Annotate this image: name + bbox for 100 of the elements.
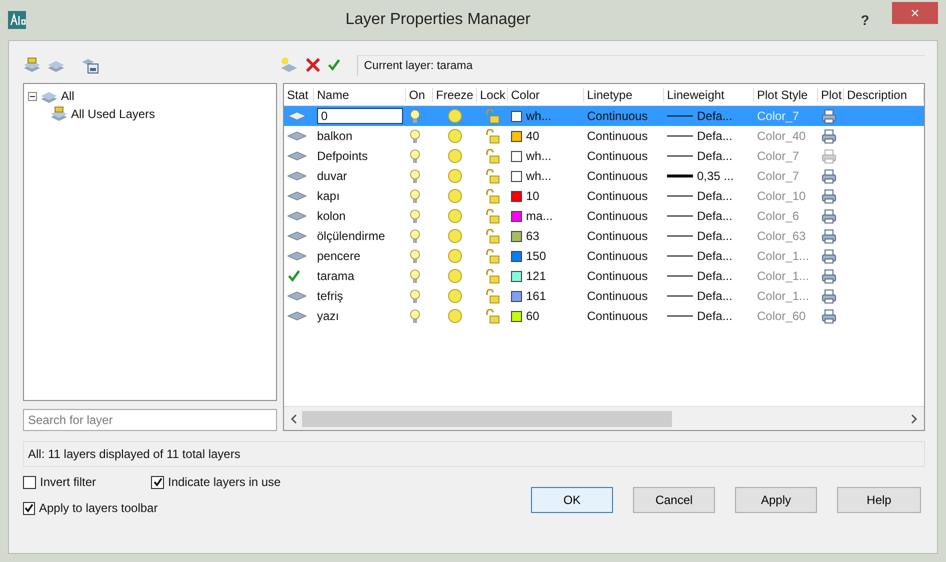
printer-icon[interactable] [821, 108, 837, 124]
layer-icon[interactable] [287, 171, 307, 181]
lightbulb-icon[interactable] [409, 268, 421, 284]
layer-row[interactable]: pencere 150 Continuous Defa... Color_1... [284, 246, 924, 266]
layer-icon[interactable] [287, 131, 307, 141]
layer-row[interactable]: balkon 40 Continuous Defa... Color_40 [284, 126, 924, 146]
layer-icon[interactable] [287, 291, 307, 301]
column-header[interactable]: Stat [284, 88, 314, 102]
lightbulb-icon[interactable] [409, 228, 421, 244]
layer-row[interactable]: duvar wh... Continuous 0,35 ... Color_7 [284, 166, 924, 186]
printer-icon[interactable] [821, 188, 837, 204]
layer-icon[interactable] [287, 111, 307, 121]
layer-icon[interactable] [287, 151, 307, 161]
printer-icon[interactable] [821, 288, 837, 304]
layer-row[interactable]: kapı 10 Continuous Defa... Color_10 [284, 186, 924, 206]
lightbulb-icon[interactable] [409, 148, 421, 164]
printer-icon[interactable] [821, 128, 837, 144]
layer-icon[interactable] [287, 231, 307, 241]
sun-icon[interactable] [447, 108, 463, 124]
name-edit-field[interactable]: 0 [317, 108, 403, 124]
sun-icon[interactable] [447, 208, 463, 224]
sun-icon[interactable] [447, 248, 463, 264]
dialog-button[interactable]: OK [531, 487, 613, 513]
checkbox-label[interactable]: Invert filter [40, 475, 96, 489]
lightbulb-icon[interactable] [409, 248, 421, 264]
open-lock-icon[interactable] [486, 288, 500, 304]
dialog-button[interactable]: Cancel [633, 487, 715, 513]
printer-icon[interactable] [821, 248, 837, 264]
states-manager-icon[interactable] [81, 56, 99, 74]
tree-item[interactable]: All [61, 89, 74, 103]
open-lock-icon[interactable] [486, 108, 500, 124]
open-lock-icon[interactable] [486, 148, 500, 164]
printer-icon[interactable] [821, 148, 837, 164]
column-header[interactable]: Lock [477, 88, 508, 102]
printer-icon[interactable] [821, 228, 837, 244]
color-swatch[interactable] [511, 270, 522, 282]
collapse-icon[interactable] [28, 92, 37, 100]
column-header[interactable]: Description [844, 88, 924, 102]
sun-icon[interactable] [447, 128, 463, 144]
layer-row[interactable]: tefriş 161 Continuous Defa... Color_1... [284, 286, 924, 306]
color-swatch[interactable] [511, 250, 522, 262]
new-filter-button[interactable] [23, 57, 41, 73]
layer-icon[interactable] [287, 251, 307, 261]
layer-row[interactable]: kolon ma... Continuous Defa... Color_6 [284, 206, 924, 226]
sun-icon[interactable] [447, 308, 463, 324]
column-header[interactable]: Lineweight [664, 88, 754, 102]
open-lock-icon[interactable] [486, 128, 500, 144]
column-header[interactable]: Plot Style [754, 88, 818, 102]
scroll-left-icon[interactable] [290, 414, 298, 424]
layer-row[interactable]: ölçülendirme 63 Continuous Defa... Color_63 [284, 226, 924, 246]
tree-item[interactable]: All Used Layers [71, 107, 156, 121]
color-swatch[interactable] [511, 170, 522, 182]
sun-icon[interactable] [447, 268, 463, 284]
open-lock-icon[interactable] [486, 188, 500, 204]
help-button[interactable]: ? [850, 12, 880, 28]
color-swatch[interactable] [511, 110, 522, 122]
dialog-button[interactable]: Apply [735, 487, 817, 513]
search-field[interactable]: Search for layer [23, 409, 277, 431]
open-lock-icon[interactable] [486, 268, 500, 284]
layer-icon[interactable] [287, 211, 307, 221]
lightbulb-icon[interactable] [409, 308, 421, 324]
layer-row[interactable]: 0 wh... Continuous Defa... Color_7 [284, 106, 924, 126]
color-swatch[interactable] [511, 190, 522, 202]
sun-icon[interactable] [447, 148, 463, 164]
lightbulb-icon[interactable] [409, 168, 421, 184]
column-header[interactable]: Linetype [584, 88, 664, 102]
scrollbar-thumb[interactable] [302, 410, 672, 426]
lightbulb-icon[interactable] [409, 128, 421, 144]
close-button[interactable]: × [892, 2, 938, 24]
printer-icon[interactable] [821, 308, 837, 324]
open-lock-icon[interactable] [486, 228, 500, 244]
checkbox[interactable] [23, 502, 35, 514]
column-header[interactable]: Color [508, 88, 584, 102]
lightbulb-icon[interactable] [409, 208, 421, 224]
color-swatch[interactable] [511, 290, 522, 302]
sun-icon[interactable] [447, 188, 463, 204]
sun-icon[interactable] [447, 288, 463, 304]
lightbulb-icon[interactable] [409, 188, 421, 204]
printer-icon[interactable] [821, 168, 837, 184]
layer-row[interactable]: yazı 60 Continuous Defa... Color_60 [284, 306, 924, 326]
column-header[interactable]: On [406, 88, 433, 102]
layer-icon[interactable] [287, 311, 307, 321]
scroll-right-icon[interactable] [910, 414, 918, 424]
lightbulb-icon[interactable] [409, 108, 421, 124]
open-lock-icon[interactable] [486, 248, 500, 264]
printer-icon[interactable] [821, 208, 837, 224]
lightbulb-icon[interactable] [409, 288, 421, 304]
color-swatch[interactable] [511, 210, 522, 222]
color-swatch[interactable] [511, 150, 522, 162]
checkbox-label[interactable]: Indicate layers in use [168, 475, 281, 489]
sun-icon[interactable] [447, 228, 463, 244]
dialog-button[interactable]: Help [837, 487, 921, 513]
color-swatch[interactable] [511, 310, 522, 322]
layer-row[interactable]: tarama 121 Continuous Defa... Color_1... [284, 266, 924, 286]
layer-row[interactable]: Defpoints wh... Continuous Defa... Color_7 [284, 146, 924, 166]
checkbox[interactable] [151, 476, 164, 488]
color-swatch[interactable] [511, 230, 522, 242]
horizontal-scrollbar[interactable] [284, 406, 924, 430]
delete-icon[interactable] [305, 57, 321, 73]
open-lock-icon[interactable] [486, 308, 500, 324]
